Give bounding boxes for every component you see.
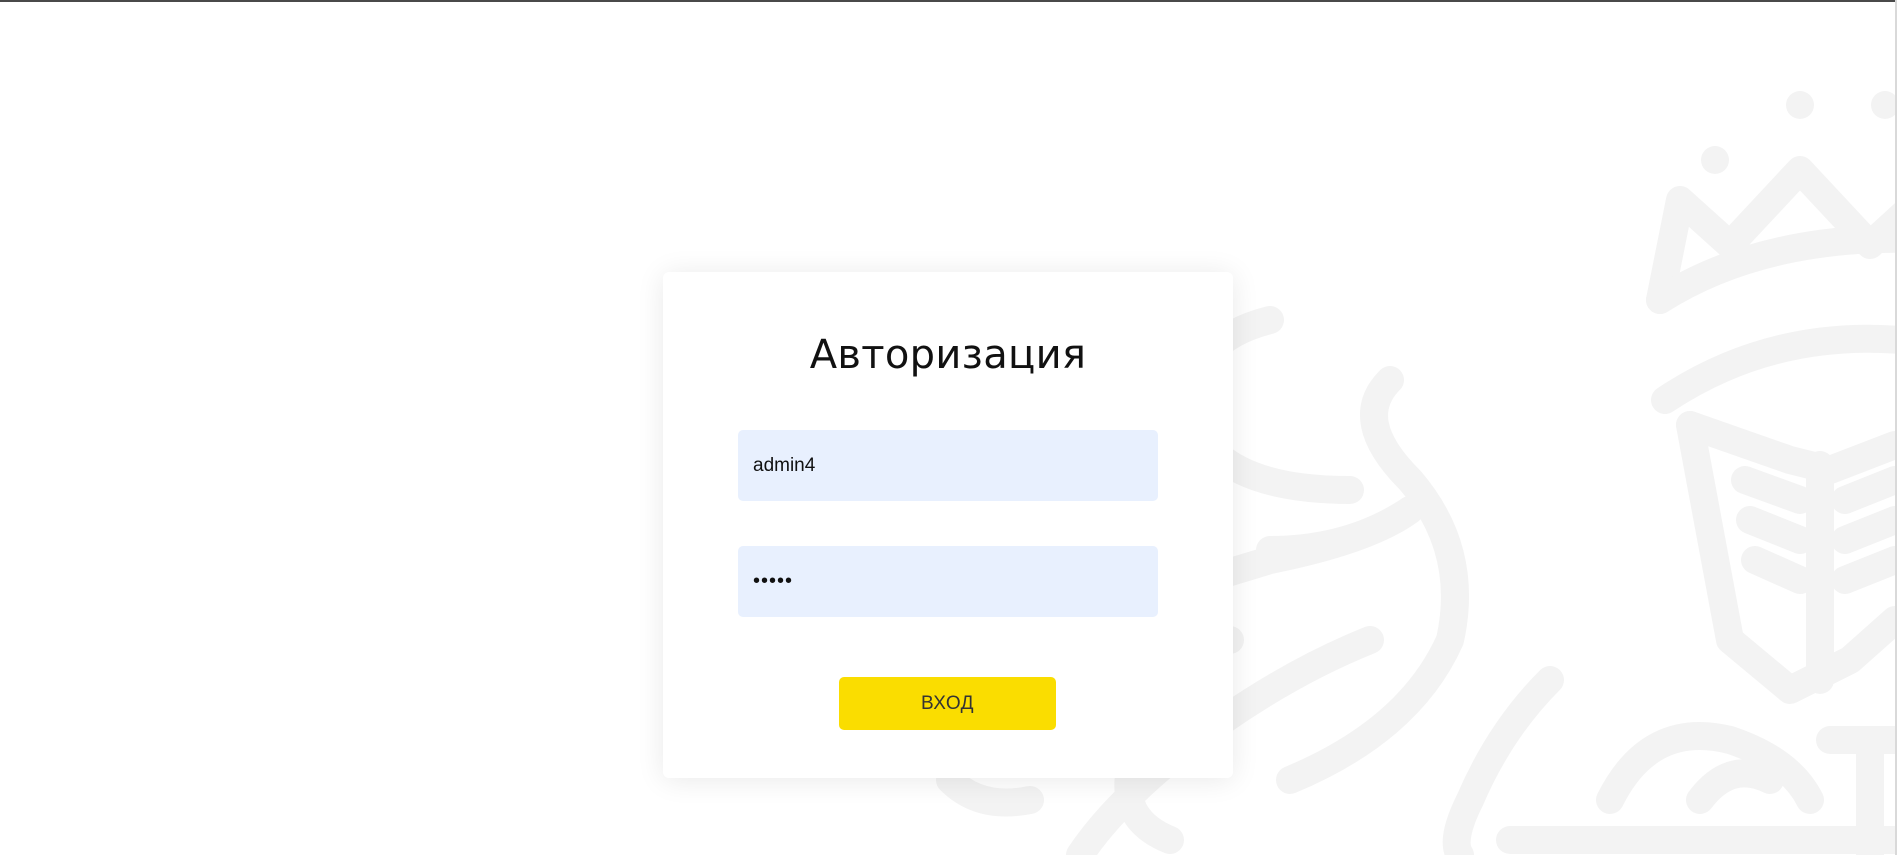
- login-card: Авторизация ВХОД: [663, 272, 1233, 778]
- password-input[interactable]: [738, 546, 1158, 617]
- login-button[interactable]: ВХОД: [839, 677, 1056, 730]
- login-input[interactable]: [738, 430, 1158, 501]
- top-border: [0, 0, 1897, 2]
- page-title: Авторизация: [809, 332, 1087, 378]
